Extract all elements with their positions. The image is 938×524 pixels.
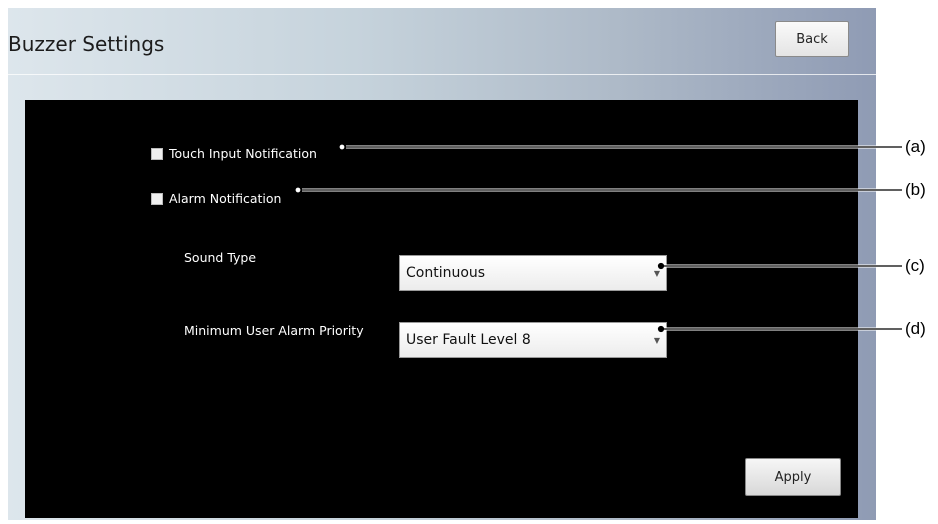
alarm-notification-checkbox[interactable] xyxy=(151,192,163,205)
sound-type-label: Sound Type xyxy=(184,250,257,265)
header-divider xyxy=(8,74,876,75)
callout-label-b: (b) xyxy=(905,180,926,199)
alarm-notification-label: Alarm Notification xyxy=(169,191,282,206)
callout-label-c: (c) xyxy=(905,256,925,275)
page-title: Buzzer Settings xyxy=(8,32,165,56)
apply-button[interactable]: Apply xyxy=(745,458,841,496)
buzzer-settings-window: Buzzer Settings Back Touch Input Notific… xyxy=(8,8,876,520)
settings-panel: Touch Input Notification Alarm Notificat… xyxy=(25,100,858,518)
chevron-down-icon: ▼ xyxy=(653,336,660,345)
touch-input-notification-checkbox[interactable] xyxy=(151,147,163,160)
min-user-alarm-priority-label: Minimum User Alarm Priority xyxy=(184,323,364,338)
back-button[interactable]: Back xyxy=(775,21,849,57)
touch-input-notification-row[interactable]: Touch Input Notification xyxy=(151,146,317,161)
callout-label-d: (d) xyxy=(905,319,926,338)
chevron-down-icon: ▼ xyxy=(653,269,660,278)
touch-input-notification-label: Touch Input Notification xyxy=(169,146,317,161)
alarm-notification-row[interactable]: Alarm Notification xyxy=(151,191,281,206)
callout-label-a: (a) xyxy=(905,137,926,156)
min-user-alarm-priority-dropdown[interactable]: User Fault Level 8 ▼ xyxy=(399,322,667,358)
min-user-alarm-priority-value: User Fault Level 8 xyxy=(406,332,531,348)
sound-type-dropdown[interactable]: Continuous ▼ xyxy=(399,255,667,291)
sound-type-value: Continuous xyxy=(406,265,486,281)
